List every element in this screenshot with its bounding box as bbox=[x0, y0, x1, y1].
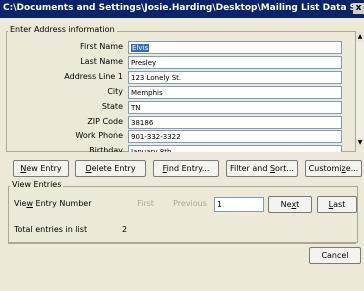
close-button[interactable]: x bbox=[353, 3, 364, 14]
total-entries-label: Total entries in list bbox=[14, 225, 88, 234]
field-label: Birthday bbox=[89, 146, 123, 152]
mail-merge-data-source-dialog: C:\Documents and Settings\Josie.Harding\… bbox=[0, 0, 364, 291]
address-info-group: First Name Elvis Last Name Presley Address L… bbox=[6, 31, 356, 152]
field-value: Elvis bbox=[131, 44, 150, 52]
field-input[interactable]: 901-332-3322 bbox=[128, 130, 342, 144]
field-label: First Name bbox=[80, 42, 123, 51]
separator-line bbox=[8, 243, 356, 244]
address-field-row: Address Line 1 123 Lonely St. bbox=[7, 70, 343, 85]
find-entry-button[interactable]: Find Entry... bbox=[153, 160, 219, 177]
next-label-post: t bbox=[296, 200, 300, 209]
field-label: Work Phone bbox=[75, 131, 123, 141]
field-label: ZIP Code bbox=[87, 116, 123, 126]
previous-record-button[interactable]: Previous bbox=[169, 196, 211, 213]
field-value: TN bbox=[131, 103, 141, 112]
field-value: 123 Lonely St. bbox=[131, 73, 182, 82]
entry-number-input[interactable]: 1 bbox=[214, 197, 264, 212]
address-field-row: First Name Elvis bbox=[7, 41, 343, 55]
delete-entry-label-post: elete Entry bbox=[91, 164, 136, 173]
delete-entry-button[interactable]: Delete Entry bbox=[75, 160, 146, 177]
window-title: C:\Documents and Settings\Josie.Harding\… bbox=[3, 3, 364, 13]
vertical-scrollbar[interactable]: ▲ ▼ bbox=[356, 32, 364, 148]
scroll-up-arrow-icon[interactable]: ▲ bbox=[356, 32, 364, 42]
field-input[interactable]: TN bbox=[128, 100, 342, 114]
address-field-row: ZIP Code 38186 bbox=[7, 115, 343, 130]
field-label: City bbox=[107, 86, 123, 96]
field-input[interactable]: Presley bbox=[128, 55, 342, 69]
address-field-row: Work Phone 901-332-3322 bbox=[7, 130, 343, 144]
field-input[interactable]: January 8th bbox=[128, 145, 342, 152]
field-label: Last Name bbox=[80, 56, 123, 66]
field-value: Memphis bbox=[131, 88, 163, 97]
view-entries-legend: View Entries bbox=[10, 180, 64, 189]
customize-button[interactable]: Customize... bbox=[305, 160, 362, 177]
filter-sort-label-pre: Filter and bbox=[230, 164, 270, 173]
address-field-row: Last Name Presley bbox=[7, 55, 343, 70]
customize-label-post: e... bbox=[345, 164, 359, 173]
view-entry-label-pre: Vie bbox=[14, 199, 27, 208]
scroll-down-arrow-icon[interactable]: ▼ bbox=[356, 138, 364, 148]
filter-and-sort-button[interactable]: Filter and Sort... bbox=[226, 160, 298, 177]
next-label-pre: Ne bbox=[280, 200, 292, 209]
field-input[interactable]: Memphis bbox=[128, 85, 342, 99]
address-field-row: Birthday January 8th bbox=[7, 145, 343, 152]
field-input[interactable]: 38186 bbox=[128, 115, 342, 129]
view-entry-number-label: View Entry Number bbox=[14, 199, 92, 208]
new-entry-button[interactable]: New Entry bbox=[13, 160, 69, 177]
field-value: 901-332-3322 bbox=[131, 133, 181, 142]
address-field-row: State TN bbox=[7, 100, 343, 115]
address-field-row: City Memphis bbox=[7, 85, 343, 100]
view-entry-label-post: Entry Number bbox=[33, 199, 92, 208]
first-record-button[interactable]: First bbox=[127, 196, 164, 213]
next-record-button[interactable]: Next bbox=[268, 196, 312, 213]
address-info-legend: Enter Address information bbox=[8, 25, 117, 34]
field-input[interactable]: Elvis bbox=[128, 41, 342, 54]
last-record-button[interactable]: Last bbox=[317, 196, 357, 213]
view-entries-group bbox=[8, 186, 358, 243]
address-fields-scroll-area: First Name Elvis Last Name Presley Address L… bbox=[7, 32, 343, 152]
field-value: Presley bbox=[131, 58, 157, 67]
new-entry-label-post: ew Entry bbox=[26, 164, 62, 173]
customize-label-pre: Customi bbox=[308, 164, 342, 173]
field-value: January 8th bbox=[131, 148, 171, 152]
filter-sort-label-post: ort... bbox=[275, 164, 294, 173]
last-label-post: ast bbox=[333, 200, 346, 209]
title-bar: C:\Documents and Settings\Josie.Harding\… bbox=[0, 0, 364, 18]
find-entry-label-post: ind Entry... bbox=[166, 164, 210, 173]
field-label: State bbox=[101, 101, 123, 111]
field-label: Address Line 1 bbox=[64, 71, 123, 81]
field-value: 38186 bbox=[131, 118, 154, 127]
field-input[interactable]: 123 Lonely St. bbox=[128, 70, 342, 84]
cancel-button[interactable]: Cancel bbox=[309, 247, 361, 264]
total-entries-value: 2 bbox=[122, 225, 128, 234]
